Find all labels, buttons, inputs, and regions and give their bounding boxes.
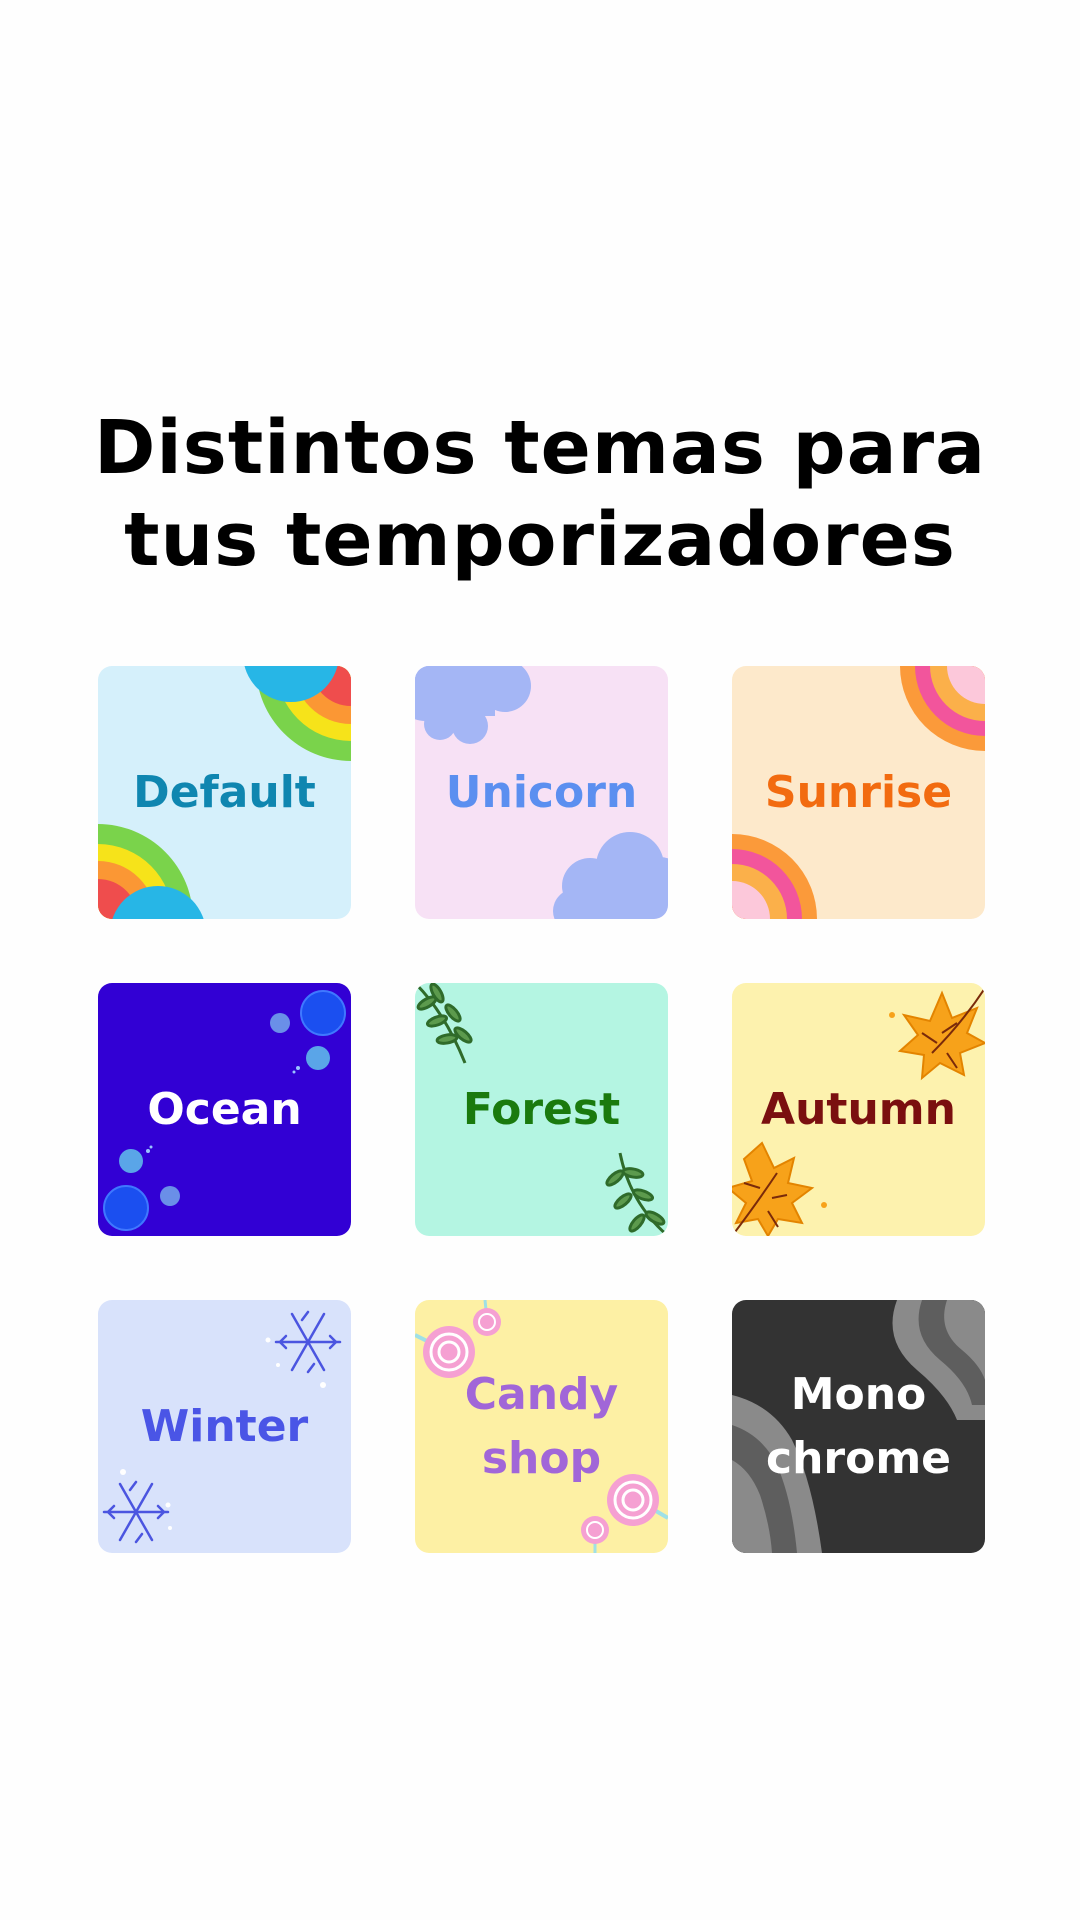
- theme-label-candy-shop: Candy shop: [464, 1368, 619, 1484]
- theme-label-monochrome: Mono chrome: [765, 1368, 952, 1484]
- headline: Distintos temas para tus temporizadores: [0, 402, 1080, 586]
- headline-line-2: tus temporizadores: [124, 496, 956, 583]
- theme-tile-ocean[interactable]: Ocean: [98, 983, 351, 1236]
- theme-tile-autumn[interactable]: Autumn: [732, 983, 985, 1236]
- theme-label-default: Default: [133, 766, 316, 818]
- theme-tile-sunrise[interactable]: Sunrise: [732, 666, 985, 919]
- theme-label-winter: Winter: [140, 1400, 309, 1452]
- theme-label-unicorn: Unicorn: [445, 766, 638, 818]
- theme-tile-unicorn[interactable]: Unicorn: [415, 666, 668, 919]
- theme-tile-monochrome[interactable]: Mono chrome: [732, 1300, 985, 1553]
- theme-label-autumn: Autumn: [761, 1083, 956, 1135]
- theme-tile-winter[interactable]: Winter: [98, 1300, 351, 1553]
- theme-label-sunrise: Sunrise: [764, 766, 953, 818]
- theme-tile-default[interactable]: Default: [98, 666, 351, 919]
- theme-label-forest: Forest: [462, 1083, 621, 1135]
- theme-tile-forest[interactable]: Forest: [415, 983, 668, 1236]
- theme-label-ocean: Ocean: [147, 1083, 302, 1135]
- theme-tile-candy-shop[interactable]: Candy shop: [415, 1300, 668, 1553]
- theme-grid: Default Unicorn Sunrise Ocean Forest Aut…: [98, 666, 985, 1553]
- headline-line-1: Distintos temas para: [93, 404, 987, 491]
